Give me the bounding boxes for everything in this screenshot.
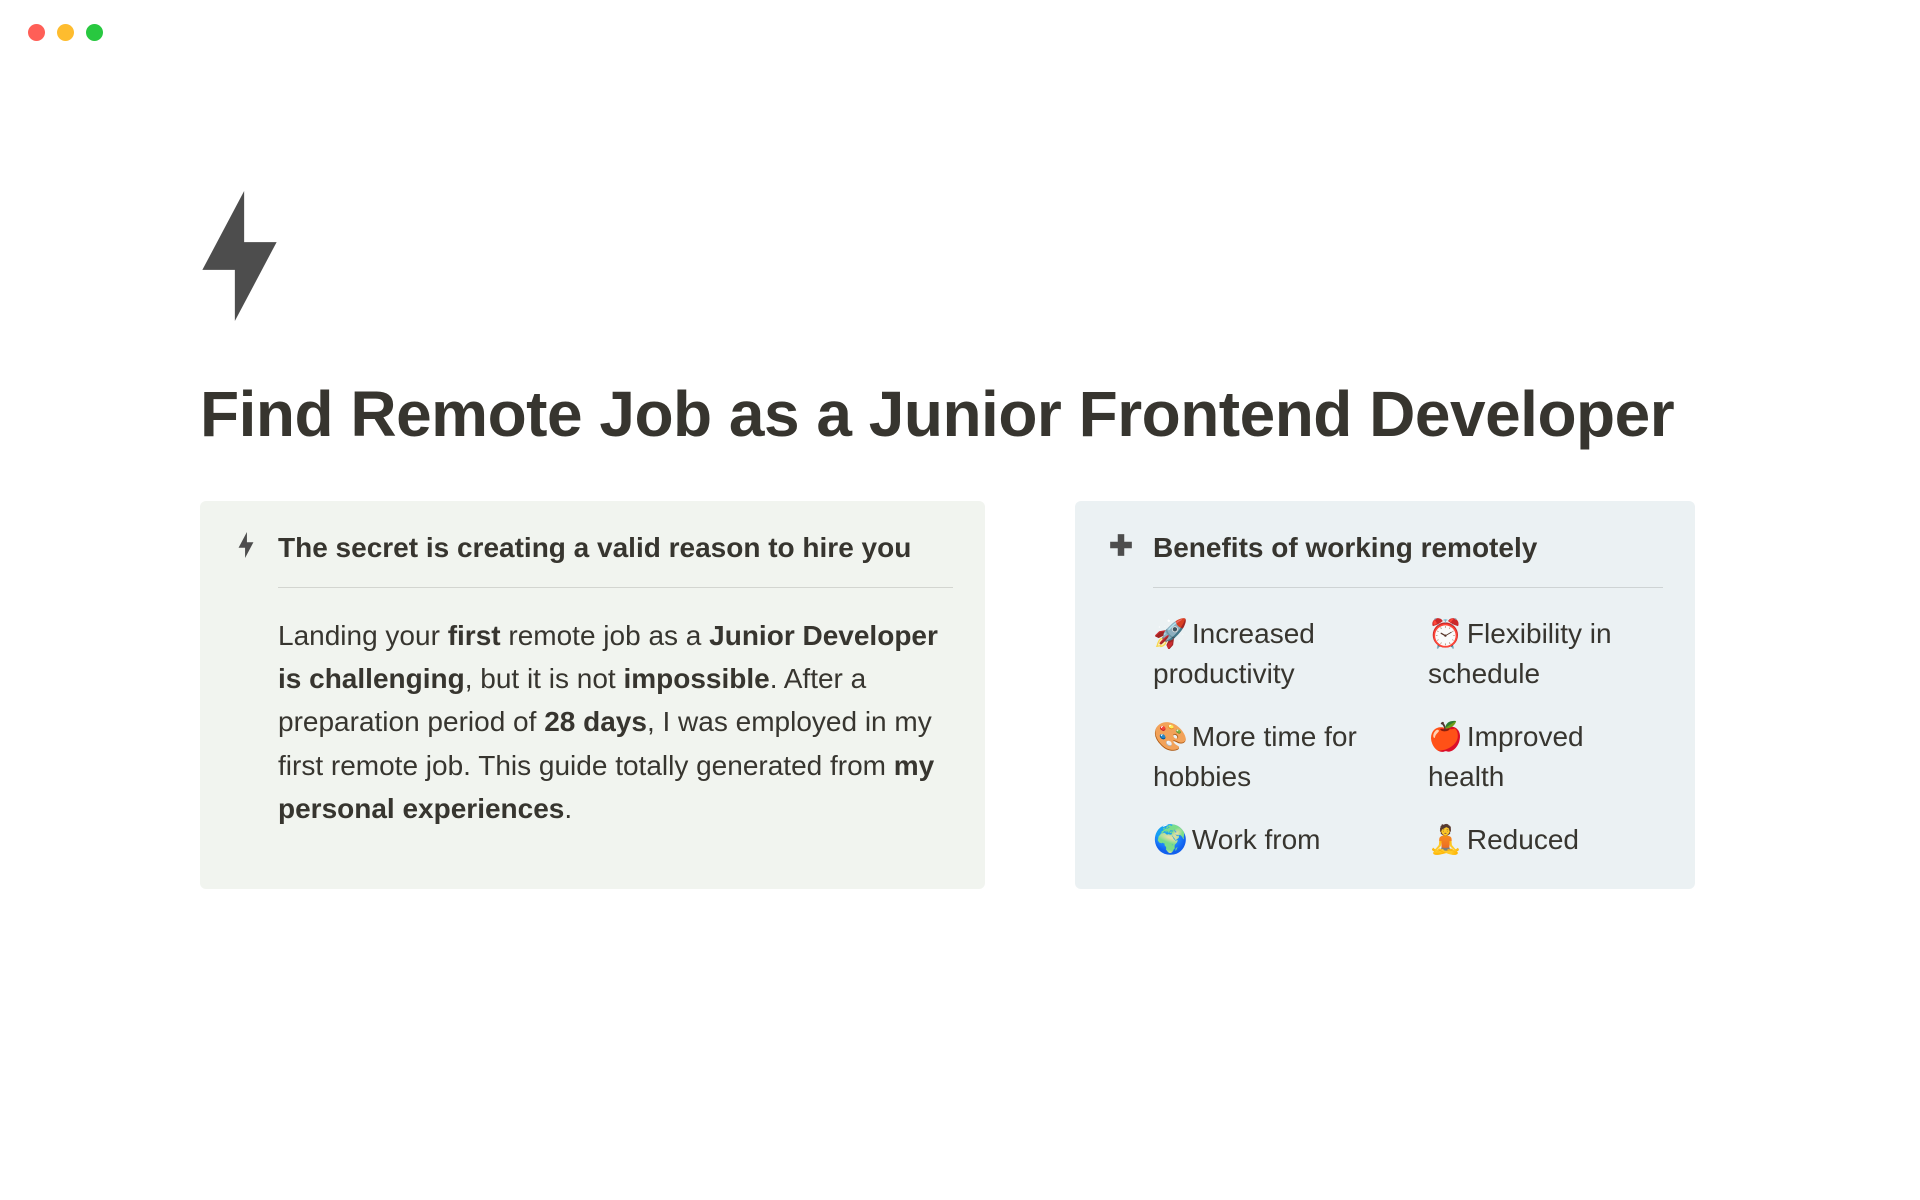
window-maximize-button[interactable] [86,24,103,41]
benefit-item: 🌍Work from [1153,820,1388,861]
divider [1153,587,1663,588]
emoji-icon: 🎨 [1153,721,1188,752]
callout-body-text: Landing your first remote job as a Junio… [232,614,953,831]
emoji-icon: 🧘 [1428,824,1463,855]
callout-benefits: Benefits of working remotely 🚀Increased … [1075,501,1695,889]
window-close-button[interactable] [28,24,45,41]
divider [278,587,953,588]
benefit-text: Reduced [1467,824,1579,855]
benefit-item: ⏰Flexibility in schedule [1428,614,1663,695]
window-controls [0,0,1920,41]
page-content: Find Remote Job as a Junior Frontend Dev… [0,41,1920,889]
benefit-item: 🍎Improved health [1428,717,1663,798]
callout-title: The secret is creating a valid reason to… [278,529,953,567]
content-columns: The secret is creating a valid reason to… [200,501,1720,889]
plus-icon [1107,531,1135,559]
emoji-icon: ⏰ [1428,618,1463,649]
callout-title: Benefits of working remotely [1153,529,1663,567]
callout-header: The secret is creating a valid reason to… [232,529,953,567]
lightning-icon [192,191,287,321]
benefit-item: 🚀Increased productivity [1153,614,1388,695]
page-icon[interactable] [192,191,1720,326]
benefits-grid: 🚀Increased productivity ⏰Flexibility in … [1107,614,1663,861]
callout-secret: The secret is creating a valid reason to… [200,501,985,889]
lightning-small-icon [232,531,260,559]
callout-header: Benefits of working remotely [1107,529,1663,567]
benefit-text: Work from [1192,824,1321,855]
emoji-icon: 🌍 [1153,824,1188,855]
emoji-icon: 🍎 [1428,721,1463,752]
page-title: Find Remote Job as a Junior Frontend Dev… [200,376,1720,453]
benefit-item: 🎨More time for hobbies [1153,717,1388,798]
emoji-icon: 🚀 [1153,618,1188,649]
window-minimize-button[interactable] [57,24,74,41]
benefit-item: 🧘Reduced [1428,820,1663,861]
